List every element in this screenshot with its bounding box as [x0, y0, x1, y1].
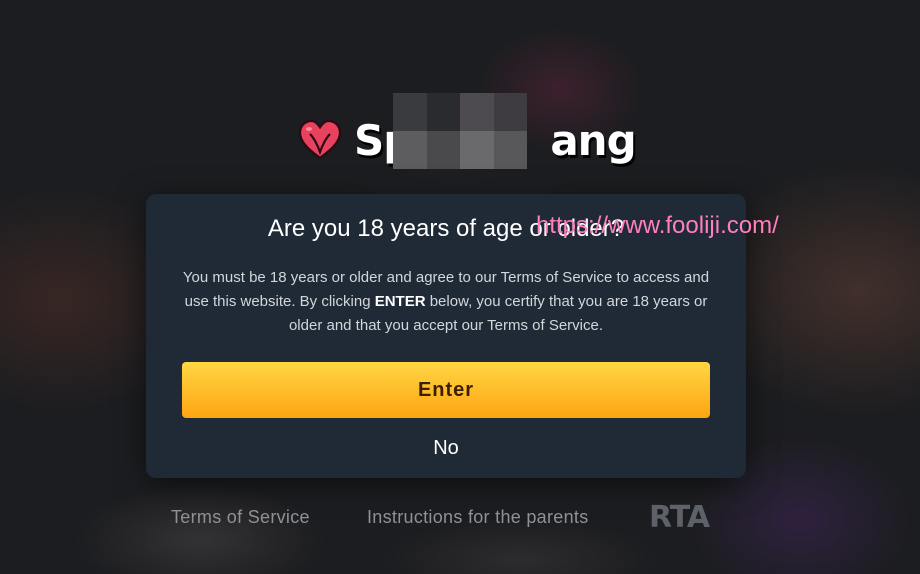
logo-text-suffix: ang: [550, 115, 636, 165]
modal-description: You must be 18 years or older and agree …: [176, 266, 716, 338]
modal-text-enter: ENTER: [374, 293, 426, 310]
parents-instructions-link[interactable]: Instructions for the parents: [367, 507, 589, 528]
heart-logo-icon: [298, 119, 342, 160]
watermark-url: https://www.fooliji.com/: [536, 212, 779, 239]
terms-of-service-link[interactable]: Terms of Service: [171, 507, 310, 528]
pixelated-censor: [393, 93, 527, 169]
enter-button[interactable]: Enter: [182, 362, 710, 418]
rta-logo[interactable]: RTA: [649, 500, 710, 535]
no-button[interactable]: No: [396, 434, 496, 462]
